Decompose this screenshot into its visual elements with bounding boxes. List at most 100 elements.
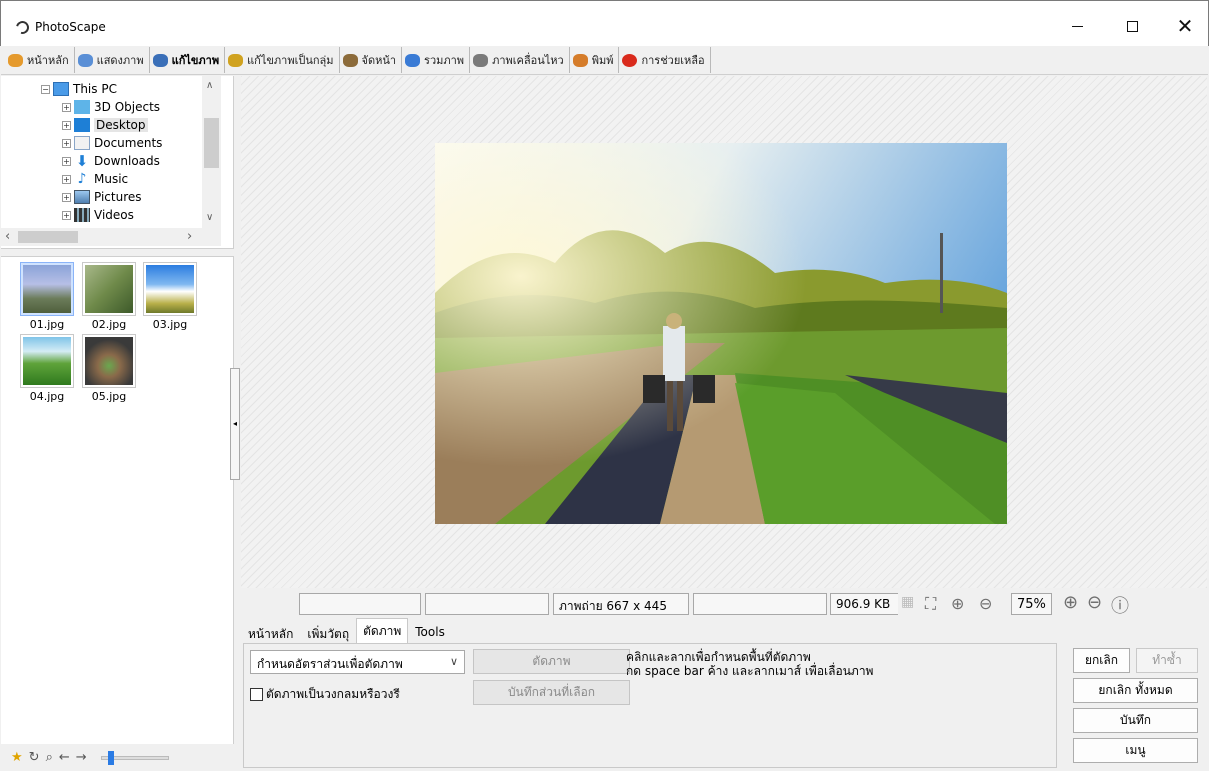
thumbnail-item[interactable]: 04.jpg — [20, 334, 74, 403]
thumbnail-caption: 02.jpg — [91, 318, 127, 331]
thumbnail-grid: 01.jpg 02.jpg 03.jpg 04.jpg 05.jpg — [1, 258, 234, 738]
save-button[interactable]: บันทึก — [1073, 708, 1198, 733]
crop-button[interactable]: ตัดภาพ — [473, 649, 630, 674]
tab-page[interactable]: จัดหน้า — [340, 47, 403, 73]
menu-button[interactable]: เมนู — [1073, 738, 1198, 763]
tab-home[interactable]: หน้าหลัก — [5, 47, 75, 73]
tree-label: Music — [94, 172, 129, 186]
tab-combine[interactable]: รวมภาพ — [402, 47, 471, 73]
tree-vertical-scrollbar[interactable]: ∧ ∨ — [202, 76, 221, 228]
refresh-icon[interactable]: ↻ — [29, 750, 40, 765]
thumbnail-item[interactable]: 03.jpg — [143, 262, 197, 331]
tab-tools[interactable]: Tools — [408, 621, 452, 643]
computer-icon — [53, 82, 69, 96]
scroll-right-icon[interactable]: › — [187, 229, 192, 244]
3d-objects-icon — [74, 100, 90, 114]
thumbnail-size-slider[interactable] — [100, 750, 169, 765]
videos-icon — [74, 208, 90, 222]
tab-home-panel[interactable]: หน้าหลัก — [241, 621, 300, 643]
expand-icon[interactable]: + — [62, 102, 71, 112]
forward-arrow-icon[interactable]: → — [76, 750, 87, 765]
scroll-down-icon[interactable]: ∨ — [206, 212, 213, 223]
expand-icon[interactable]: + — [62, 138, 71, 148]
transparency-grid-icon[interactable]: ▦ — [901, 594, 914, 610]
hint-line: กด space bar ค้าง และลากเมาส์ เพื่อเลื่อ… — [626, 664, 874, 678]
tab-objects[interactable]: เพิ่มวัตถุ — [300, 621, 356, 643]
image-canvas[interactable] — [241, 76, 1207, 588]
editor-tab-icon — [152, 53, 168, 67]
status-field — [425, 593, 549, 615]
scrollbar-thumb[interactable] — [204, 118, 219, 168]
tree-label: Pictures — [94, 190, 142, 204]
expand-icon[interactable]: + — [62, 192, 71, 202]
save-selection-button[interactable]: บันทึกส่วนที่เลือก — [473, 680, 630, 705]
tree-item-desktop[interactable]: + Desktop — [62, 116, 148, 134]
zoom-actual-icon[interactable]: ⊕ — [951, 594, 964, 613]
zoom-fit-icon[interactable]: ⊖ — [979, 594, 992, 613]
maximize-icon — [1126, 20, 1138, 32]
window-title: PhotoScape — [35, 20, 106, 34]
favorite-star-icon[interactable]: ★ — [11, 750, 23, 765]
expand-icon[interactable]: + — [62, 156, 71, 166]
batch-tab-icon — [228, 53, 244, 67]
tree-horizontal-scrollbar[interactable]: ‹ › — [1, 228, 221, 246]
tree-item-videos[interactable]: + Videos — [62, 206, 134, 224]
tree-item-documents[interactable]: + Documents — [62, 134, 162, 152]
tab-viewer[interactable]: แสดงภาพ — [75, 47, 150, 73]
close-icon: ✕ — [1176, 14, 1194, 38]
maximize-button[interactable] — [1112, 11, 1152, 41]
circle-crop-checkbox[interactable] — [250, 688, 263, 701]
expand-icon[interactable]: + — [62, 174, 71, 184]
zoom-in-icon[interactable]: ⊕ — [1063, 592, 1078, 613]
zoom-level: 75% — [1011, 593, 1052, 615]
scroll-left-icon[interactable]: ‹ — [5, 229, 10, 244]
hint-line: คลิกและลากเพื่อกำหนดพื้นที่ตัดภาพ — [626, 650, 811, 664]
circle-crop-checkbox-row[interactable]: ตัดภาพเป็นวงกลมหรือวงรี — [250, 685, 400, 704]
print-tab-icon — [572, 53, 588, 67]
info-icon[interactable]: ⓘ — [1111, 592, 1129, 618]
thumbnail-item[interactable]: 05.jpg — [82, 334, 136, 403]
minimize-icon — [1071, 25, 1083, 27]
undo-button[interactable]: ยกเลิก — [1073, 648, 1130, 673]
tree-item-3d-objects[interactable]: + 3D Objects — [62, 98, 160, 116]
minimize-button[interactable] — [1057, 11, 1097, 41]
tree-item-downloads[interactable]: + ⬇ Downloads — [62, 152, 160, 170]
tab-batch-editor[interactable]: แก้ไขภาพเป็นกลุ่ม — [225, 47, 340, 73]
redo-button[interactable]: ทำซ้ำ — [1136, 648, 1198, 673]
undo-all-button[interactable]: ยกเลิก ทั้งหมด — [1073, 678, 1198, 703]
thumbnail-item[interactable]: 01.jpg — [20, 262, 74, 331]
collapse-bar: ◂ — [230, 76, 241, 771]
collapse-left-panel-handle[interactable]: ◂ — [230, 368, 240, 480]
downloads-icon: ⬇ — [75, 152, 89, 170]
tree-item-music[interactable]: + ♪ Music — [62, 170, 128, 188]
fit-to-window-icon[interactable]: ⛶ — [925, 594, 936, 614]
folder-search-icon[interactable]: ⌕ — [46, 750, 53, 765]
collapse-icon[interactable]: − — [41, 84, 50, 94]
scrollbar-thumb[interactable] — [18, 231, 78, 243]
tree-item-pictures[interactable]: + Pictures — [62, 188, 142, 206]
thumbnail-image — [20, 262, 74, 316]
crop-ratio-select[interactable]: กำหนดอัตราส่วนเพื่อตัดภาพ ∨ — [250, 650, 465, 674]
tab-editor[interactable]: แก้ไขภาพ — [150, 47, 226, 73]
expand-icon[interactable]: + — [62, 210, 71, 220]
slider-knob[interactable] — [107, 750, 114, 765]
tab-animated-gif[interactable]: ภาพเคลื่อนไหว — [470, 47, 570, 73]
tree-label: Documents — [94, 136, 163, 150]
tree-item-this-pc[interactable]: − This PC — [41, 80, 117, 98]
tab-label: หน้าหลัก — [27, 54, 69, 67]
zoom-out-icon[interactable]: ⊖ — [1087, 592, 1102, 613]
expand-icon[interactable]: + — [62, 120, 71, 130]
tab-crop[interactable]: ตัดภาพ — [356, 618, 409, 643]
panel-splitter[interactable] — [1, 248, 234, 257]
thumbnail-image — [20, 334, 74, 388]
tab-print[interactable]: พิมพ์ — [570, 47, 620, 73]
scroll-up-icon[interactable]: ∧ — [206, 80, 213, 91]
tab-help[interactable]: การช่วยเหลือ — [619, 47, 711, 73]
close-button[interactable]: ✕ — [1165, 11, 1205, 41]
thumbnail-item[interactable]: 02.jpg — [82, 262, 136, 331]
photo-info: ภาพถ่าย 667 x 445 — [553, 593, 689, 615]
pictures-icon — [74, 190, 90, 204]
tree-label: Videos — [94, 208, 134, 222]
back-arrow-icon[interactable]: ← — [59, 750, 70, 765]
folder-tree[interactable]: − This PC + 3D Objects + Desktop + Docum… — [1, 76, 221, 228]
